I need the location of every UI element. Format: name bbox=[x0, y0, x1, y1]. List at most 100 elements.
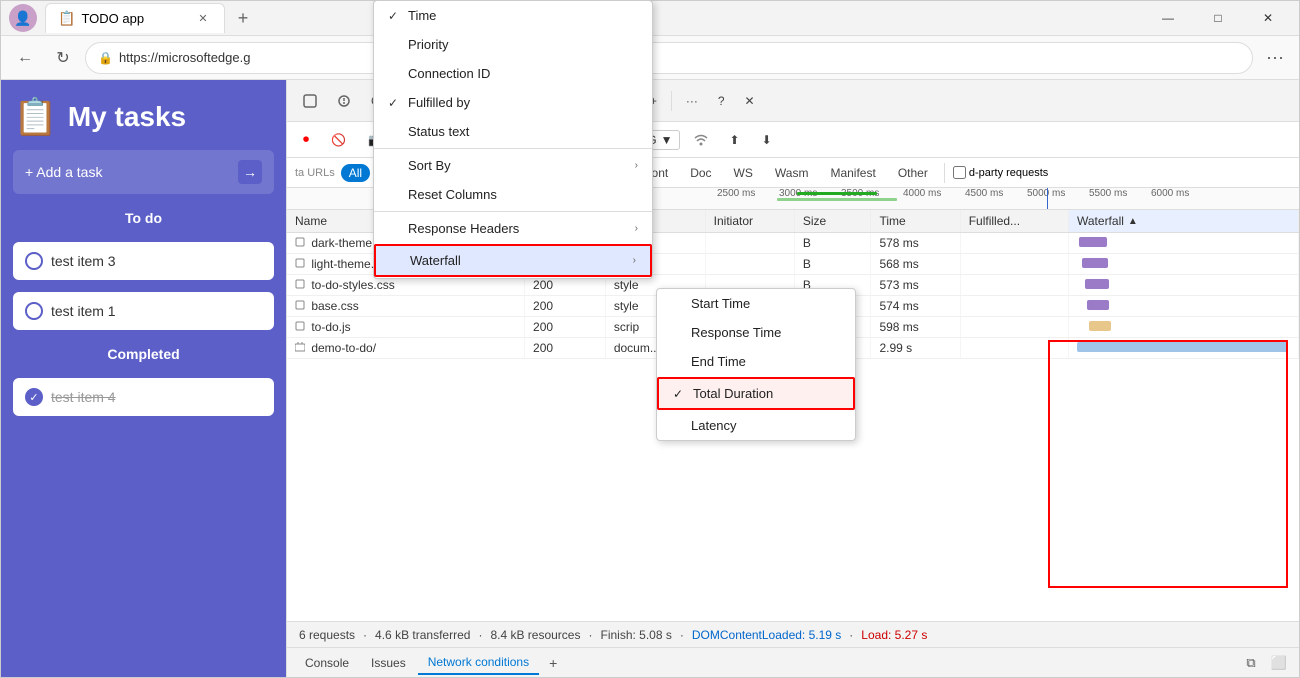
menu-label-priority: Priority bbox=[408, 37, 448, 52]
browser-tab[interactable]: 📋 TODO app ✕ bbox=[45, 3, 225, 33]
menu-label-sort: Sort By bbox=[408, 158, 451, 173]
submenu-latency[interactable]: Latency bbox=[657, 411, 855, 440]
close-btn[interactable]: ✕ bbox=[1245, 2, 1291, 34]
menu-label-waterfall: Waterfall bbox=[410, 253, 461, 268]
cell-waterfall bbox=[1069, 233, 1299, 254]
filter-wasm[interactable]: Wasm bbox=[767, 164, 817, 182]
list-item[interactable]: ✓ test item 4 bbox=[13, 378, 274, 416]
menu-item-sort-by[interactable]: Sort By › bbox=[374, 151, 652, 180]
maximize-btn[interactable]: □ bbox=[1195, 2, 1241, 34]
task-text: test item 1 bbox=[51, 303, 116, 319]
submenu-response-time[interactable]: Response Time bbox=[657, 318, 855, 347]
bottom-tab-issues[interactable]: Issues bbox=[361, 652, 416, 674]
task-checkbox[interactable] bbox=[25, 252, 43, 270]
devtools-inspect-btn[interactable] bbox=[329, 86, 359, 116]
timeline-green-bar bbox=[797, 192, 877, 195]
submenu-label-end: End Time bbox=[691, 354, 746, 369]
record-btn[interactable]: ⏺ bbox=[295, 125, 317, 155]
submenu-end-time[interactable]: End Time bbox=[657, 347, 855, 376]
col-initiator: Initiator bbox=[705, 210, 794, 233]
menu-arrow-sort: › bbox=[635, 160, 638, 171]
filter-doc[interactable]: Doc bbox=[682, 164, 719, 182]
menu-label-connection: Connection ID bbox=[408, 66, 490, 81]
cell-size: B bbox=[794, 254, 871, 275]
clear-btn[interactable]: 🚫 bbox=[323, 125, 354, 155]
new-tab-btn[interactable]: + bbox=[229, 4, 257, 32]
detach-icon[interactable]: ⧉ bbox=[1239, 652, 1263, 674]
bottom-tab-network-conditions[interactable]: Network conditions bbox=[418, 651, 539, 675]
add-task-button[interactable]: + Add a task → bbox=[13, 150, 274, 194]
dock-icon[interactable]: ⬜ bbox=[1267, 652, 1291, 674]
submenu-start-time[interactable]: Start Time bbox=[657, 289, 855, 318]
tab-title: TODO app bbox=[81, 11, 144, 26]
back-btn[interactable]: ← bbox=[9, 42, 41, 74]
bottom-tab-bar: Console Issues Network conditions + ⧉ ⬜ bbox=[287, 647, 1299, 677]
cell-time: 2.99 s bbox=[871, 338, 960, 359]
menu-label-fulfilled: Fulfilled by bbox=[408, 95, 470, 110]
col-size: Size bbox=[794, 210, 871, 233]
cell-fulfilled bbox=[960, 338, 1068, 359]
3rd-party-checkbox[interactable] bbox=[953, 166, 966, 179]
wifi-btn[interactable] bbox=[686, 125, 716, 155]
devtools-more-btn[interactable]: ··· bbox=[678, 86, 706, 116]
col-fulfilled: Fulfilled... bbox=[960, 210, 1068, 233]
menu-arrow-waterfall: › bbox=[633, 255, 636, 266]
menu-item-response-headers[interactable]: Response Headers › bbox=[374, 214, 652, 243]
menu-item-connection-id[interactable]: Connection ID bbox=[374, 59, 652, 88]
minimize-btn[interactable]: — bbox=[1145, 2, 1191, 34]
cell-time: 578 ms bbox=[871, 233, 960, 254]
task-checkbox[interactable] bbox=[25, 302, 43, 320]
devtools-help-btn[interactable]: ? bbox=[710, 86, 733, 116]
cell-fulfilled bbox=[960, 275, 1068, 296]
bottom-tab-add-btn[interactable]: + bbox=[541, 651, 565, 675]
cell-name: demo-to-do/ bbox=[287, 338, 525, 359]
devtools-close-btn[interactable]: ✕ bbox=[737, 86, 763, 116]
timeline-6000: 6000 ms bbox=[1151, 188, 1189, 199]
address-input[interactable]: 🔒 https://microsoftedge.g bbox=[85, 42, 1253, 74]
menu-arrow-response: › bbox=[635, 223, 638, 234]
menu-check-fulfilled: ✓ bbox=[388, 96, 404, 110]
list-item[interactable]: test item 3 bbox=[13, 242, 274, 280]
menu-item-waterfall[interactable]: Waterfall › bbox=[374, 244, 652, 277]
menu-item-status-text[interactable]: Status text bbox=[374, 117, 652, 146]
status-bar: 6 requests · 4.6 kB transferred · 8.4 kB… bbox=[287, 621, 1299, 647]
status-sep1: · bbox=[363, 628, 367, 642]
status-sep2: · bbox=[478, 628, 482, 642]
filter-all[interactable]: All bbox=[341, 164, 370, 182]
menu-item-time[interactable]: ✓ Time bbox=[374, 1, 652, 30]
bottom-tab-console[interactable]: Console bbox=[295, 652, 359, 674]
tab-favicon: 📋 bbox=[58, 10, 75, 27]
menu-label-response: Response Headers bbox=[408, 221, 519, 236]
download-btn[interactable]: ⬇ bbox=[754, 125, 780, 155]
tab-close-btn[interactable]: ✕ bbox=[194, 10, 212, 28]
submenu-label-latency: Latency bbox=[691, 418, 737, 433]
upload-btn[interactable]: ⬆ bbox=[722, 125, 748, 155]
timeline-5500: 5500 ms bbox=[1089, 188, 1127, 199]
submenu-label-response: Response Time bbox=[691, 325, 781, 340]
menu-item-priority[interactable]: Priority bbox=[374, 30, 652, 59]
3rd-party-label: d-party requests bbox=[953, 166, 1048, 179]
status-sep4: · bbox=[680, 628, 684, 642]
cell-name: base.css bbox=[287, 296, 525, 317]
browser-more-btn[interactable]: ··· bbox=[1259, 42, 1291, 74]
list-item[interactable]: test item 1 bbox=[13, 292, 274, 330]
cell-time: 574 ms bbox=[871, 296, 960, 317]
col-waterfall[interactable]: Waterfall ▲ bbox=[1069, 210, 1299, 233]
address-text: https://microsoftedge.g bbox=[119, 50, 251, 65]
devtools-elements-btn[interactable] bbox=[295, 86, 325, 116]
completed-section-label: Completed bbox=[13, 346, 274, 362]
filter-other[interactable]: Other bbox=[890, 164, 936, 182]
task-done-checkbox[interactable]: ✓ bbox=[25, 388, 43, 406]
menu-item-reset-columns[interactable]: Reset Columns bbox=[374, 180, 652, 209]
menu-item-fulfilled-by[interactable]: ✓ Fulfilled by bbox=[374, 88, 652, 117]
filter-urls-label: ta URLs bbox=[295, 167, 335, 179]
filter-manifest[interactable]: Manifest bbox=[822, 164, 883, 182]
submenu-total-duration[interactable]: ✓ Total Duration bbox=[657, 377, 855, 410]
task-text: test item 4 bbox=[51, 389, 116, 405]
filter-ws[interactable]: WS bbox=[726, 164, 761, 182]
bottom-right-btns: ⧉ ⬜ bbox=[1239, 652, 1291, 674]
cell-init bbox=[705, 233, 794, 254]
status-load: Load: 5.27 s bbox=[861, 628, 927, 642]
cell-fulfilled bbox=[960, 296, 1068, 317]
refresh-btn[interactable]: ↻ bbox=[47, 42, 79, 74]
